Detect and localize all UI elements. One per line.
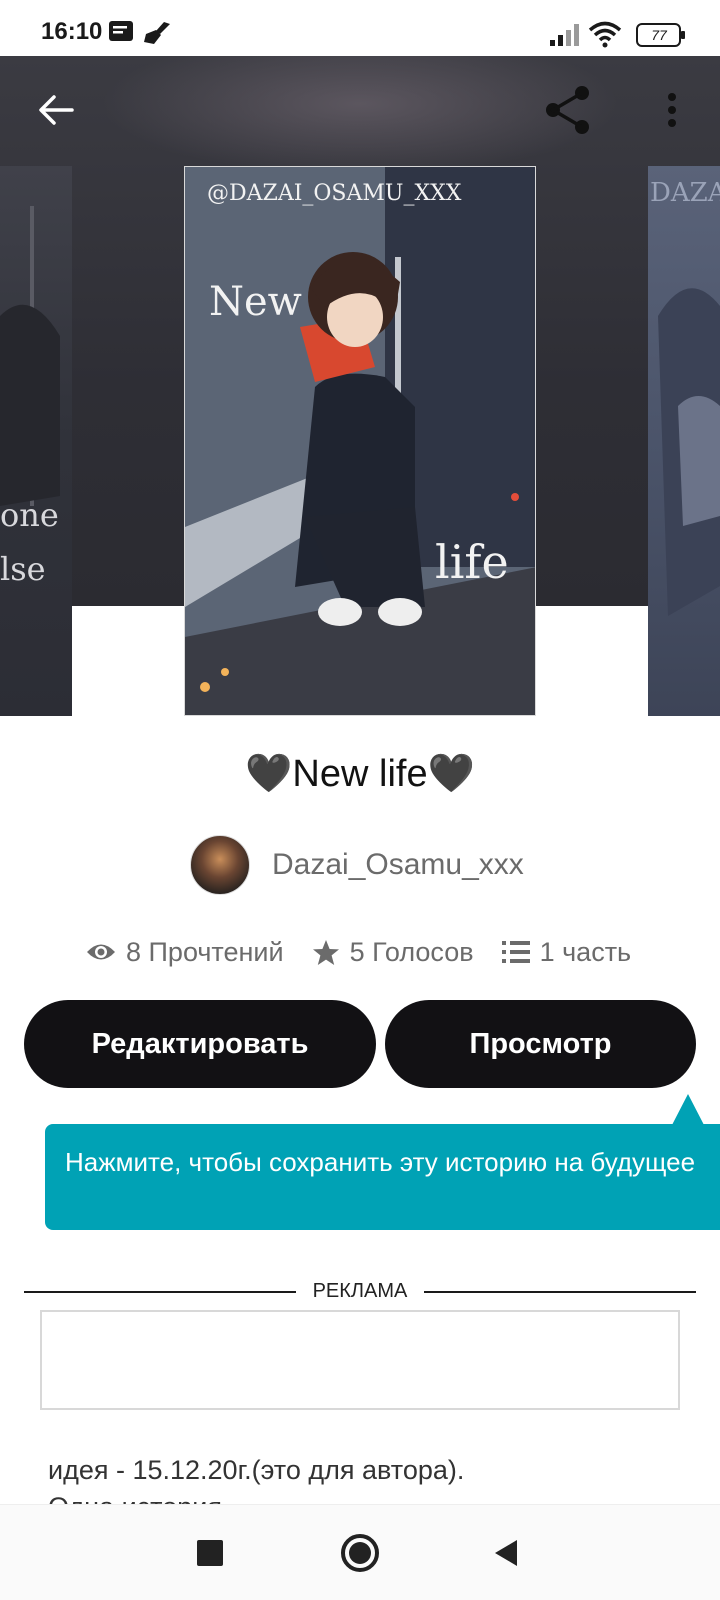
circle-icon bbox=[341, 1534, 379, 1572]
author-link[interactable]: Dazai_Osamu_xxx bbox=[190, 835, 524, 895]
edit-button[interactable]: Редактировать bbox=[24, 1000, 376, 1088]
star-icon bbox=[312, 939, 339, 965]
wifi-icon bbox=[588, 20, 622, 53]
battery-level: 77 bbox=[651, 27, 667, 43]
cover-prev[interactable]: one lse bbox=[0, 166, 72, 716]
story-title: 🖤New life🖤 bbox=[245, 753, 475, 795]
stat-votes: 5 Голосов bbox=[312, 937, 474, 968]
message-notification-icon bbox=[108, 20, 134, 49]
story-description: идея - 15.12.20г.(это для автора). bbox=[48, 1455, 465, 1485]
recents-button[interactable] bbox=[184, 1527, 236, 1579]
story-description-cut: Одна история... bbox=[48, 1492, 688, 1504]
votes-count: 5 Голосов bbox=[349, 936, 474, 967]
system-nav-bar bbox=[0, 1504, 720, 1600]
tooltip-arrow bbox=[672, 1094, 704, 1125]
stat-parts: 1 часть bbox=[501, 936, 632, 968]
status-bar: 16:10 77 bbox=[0, 0, 720, 56]
back-button[interactable] bbox=[26, 80, 86, 140]
share-icon bbox=[546, 86, 589, 134]
cover-next-art bbox=[658, 288, 720, 616]
eye-icon bbox=[87, 944, 115, 960]
avatar bbox=[190, 835, 250, 895]
ad-slot[interactable] bbox=[40, 1310, 680, 1410]
save-tooltip[interactable]: Нажмите, чтобы сохранить эту историю на … bbox=[45, 1124, 720, 1230]
parts-count: 1 часть bbox=[539, 936, 632, 967]
list-icon bbox=[501, 941, 530, 963]
cover-prev-text-1: one bbox=[0, 496, 59, 534]
cover-word-life: life bbox=[435, 535, 509, 589]
cover-next[interactable]: DAZA bbox=[648, 166, 720, 716]
story-stats: 8 Прочтений 5 Голосов 1 часть bbox=[86, 932, 659, 972]
cover-next-text: DAZA bbox=[650, 178, 720, 208]
more-button[interactable] bbox=[642, 80, 702, 140]
story-description-line2: Одна история... bbox=[48, 1492, 244, 1504]
share-button[interactable] bbox=[538, 80, 598, 140]
triangle-back-icon bbox=[495, 1540, 517, 1566]
more-vert-icon bbox=[668, 93, 676, 127]
cover-main[interactable]: @DAZAI_OSAMU_XXX New life bbox=[184, 166, 536, 716]
cover-art bbox=[185, 167, 535, 715]
back-nav-button[interactable] bbox=[480, 1527, 532, 1579]
cover-prev-text-2: lse bbox=[0, 550, 46, 588]
square-icon bbox=[197, 1540, 223, 1566]
cover-prev-art bbox=[0, 206, 60, 506]
author-name: Dazai_Osamu_xxx bbox=[272, 848, 524, 881]
stat-reads: 8 Прочтений bbox=[86, 937, 284, 968]
cover-word-new: New bbox=[209, 279, 302, 325]
cover-handle: @DAZAI_OSAMU_XXX bbox=[207, 181, 462, 206]
home-button[interactable] bbox=[332, 1525, 388, 1581]
broom-notification-icon bbox=[142, 20, 172, 51]
arrow-left-icon bbox=[39, 95, 74, 125]
reads-count: 8 Прочтений bbox=[126, 936, 284, 967]
status-time: 16:10 bbox=[41, 18, 103, 45]
save-tooltip-text: Нажмите, чтобы сохранить эту историю на … bbox=[65, 1147, 696, 1177]
signal-icon bbox=[550, 24, 580, 51]
ad-label: РЕКЛАМА bbox=[312, 1280, 408, 1302]
preview-button[interactable]: Просмотр bbox=[385, 1000, 696, 1088]
